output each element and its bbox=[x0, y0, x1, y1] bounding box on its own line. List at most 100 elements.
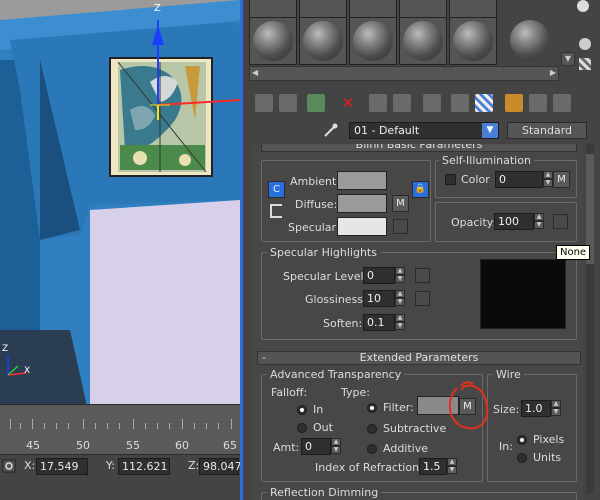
sample-slot[interactable] bbox=[349, 17, 397, 65]
sample-slot[interactable] bbox=[299, 17, 347, 65]
falloff-out-radio[interactable] bbox=[297, 423, 307, 433]
x-coord-field[interactable]: 17.549 bbox=[36, 458, 88, 475]
background-icon[interactable] bbox=[579, 58, 591, 70]
sample-slot[interactable] bbox=[349, 0, 397, 18]
reset-map-icon[interactable]: ✕ bbox=[339, 94, 357, 112]
ior-spinner[interactable]: ▲ ▼ bbox=[447, 458, 457, 475]
selection-lock-icon[interactable] bbox=[2, 459, 16, 473]
sample-slot[interactable] bbox=[249, 0, 297, 18]
ambient-swatch[interactable] bbox=[337, 171, 387, 190]
chevron-down-icon[interactable]: ▼ bbox=[482, 123, 498, 138]
put-to-library-icon[interactable] bbox=[423, 94, 441, 112]
timeline-ruler[interactable]: 45 50 55 60 65 bbox=[0, 404, 240, 454]
specular-map-button[interactable] bbox=[393, 219, 408, 234]
wire-size-spinner[interactable]: ▲ ▼ bbox=[551, 400, 561, 417]
ior-field[interactable]: 1.5 bbox=[419, 458, 447, 475]
falloff-in-label: In bbox=[313, 403, 324, 416]
status-bar: X: 17.549 Y: 112.621 Z: 98.047 bbox=[0, 454, 242, 500]
make-copy-icon[interactable] bbox=[369, 94, 387, 112]
viewport-perspective[interactable]: Z Z X bbox=[0, 0, 240, 420]
backlight-icon[interactable] bbox=[579, 38, 591, 50]
timeline-label: 50 bbox=[76, 439, 90, 452]
stained-glass-texture bbox=[109, 57, 213, 177]
falloff-label: Falloff: bbox=[271, 386, 308, 399]
falloff-in-radio[interactable] bbox=[297, 405, 307, 415]
sample-slot-selected[interactable] bbox=[507, 17, 555, 65]
lock-c-button[interactable]: C bbox=[268, 181, 285, 198]
extended-rollout-title[interactable]: - Extended Parameters bbox=[257, 351, 581, 365]
go-to-parent-icon[interactable] bbox=[529, 94, 547, 112]
wire-pixels-radio[interactable] bbox=[517, 435, 527, 445]
show-map-in-viewport-icon[interactable] bbox=[475, 94, 493, 112]
sample-slot[interactable] bbox=[449, 17, 497, 65]
glossiness-spinner[interactable]: ▲ ▼ bbox=[395, 290, 405, 307]
material-editor-window: ◀ ▶ ▼ ✕ 01 - Default ▼ Standard Blinn Ba… bbox=[240, 0, 600, 500]
eyedropper-icon[interactable] bbox=[323, 122, 339, 138]
scroll-left-icon[interactable]: ◀ bbox=[252, 68, 258, 77]
glossiness-map-button[interactable] bbox=[415, 291, 430, 306]
sample-slot[interactable] bbox=[507, 0, 555, 18]
diffuse-swatch[interactable] bbox=[337, 194, 387, 213]
sample-slot[interactable] bbox=[399, 17, 447, 65]
slots-side-controls: ▼ bbox=[559, 0, 599, 86]
lock-bracket-icon[interactable] bbox=[270, 204, 282, 218]
show-end-result-icon[interactable] bbox=[505, 94, 523, 112]
material-name-row: 01 - Default ▼ Standard bbox=[249, 120, 599, 140]
self-illum-title: Self-Illumination bbox=[439, 154, 534, 167]
scroll-right-icon[interactable]: ▶ bbox=[550, 68, 556, 77]
z-coord-field[interactable]: 98.047 bbox=[199, 458, 242, 475]
tooltip: None bbox=[556, 245, 591, 260]
sample-type-icon[interactable] bbox=[577, 0, 589, 12]
get-material-icon[interactable] bbox=[255, 94, 273, 112]
material-toolbar: ✕ bbox=[251, 92, 591, 114]
glossiness-field[interactable]: 10 bbox=[363, 290, 395, 307]
sample-slot[interactable] bbox=[299, 0, 347, 18]
amt-field[interactable]: 0 bbox=[301, 438, 331, 455]
put-to-scene-icon[interactable] bbox=[279, 94, 297, 112]
opacity-spinner[interactable]: ▲ ▼ bbox=[534, 213, 544, 230]
sample-slot[interactable] bbox=[399, 0, 447, 18]
sample-slot[interactable] bbox=[249, 17, 297, 65]
axis-label-z-top: Z bbox=[154, 3, 161, 14]
type-filter-label: Filter: bbox=[383, 401, 414, 414]
type-filter-radio[interactable] bbox=[367, 403, 377, 413]
specular-swatch[interactable] bbox=[337, 217, 387, 236]
type-subtractive-radio[interactable] bbox=[367, 424, 377, 434]
opacity-field[interactable]: 100 bbox=[494, 213, 534, 230]
type-subtractive-label: Subtractive bbox=[383, 422, 447, 435]
slots-horizontal-scrollbar[interactable]: ◀ ▶ bbox=[249, 66, 559, 81]
ior-label: Index of Refraction: bbox=[315, 461, 423, 474]
self-illum-color-label: Color bbox=[461, 173, 490, 186]
wire-units-radio[interactable] bbox=[517, 453, 527, 463]
specular-level-field[interactable]: 0 bbox=[363, 267, 395, 284]
timeline-label: 65 bbox=[223, 439, 237, 452]
self-illum-value-field[interactable]: 0 bbox=[495, 171, 543, 188]
type-additive-radio[interactable] bbox=[367, 444, 377, 454]
scroll-down-icon[interactable]: ▼ bbox=[561, 52, 575, 66]
blinn-rollout-title[interactable]: Blinn Basic Parameters bbox=[261, 144, 577, 152]
go-forward-sibling-icon[interactable] bbox=[553, 94, 571, 112]
sample-slot[interactable] bbox=[449, 0, 497, 18]
diffuse-map-button[interactable]: M bbox=[392, 195, 409, 212]
collapse-icon: - bbox=[262, 351, 266, 364]
soften-field[interactable]: 0.1 bbox=[363, 314, 395, 331]
assign-to-selection-icon[interactable] bbox=[307, 94, 325, 112]
material-id-icon[interactable] bbox=[451, 94, 469, 112]
amt-spinner[interactable]: ▲ ▼ bbox=[331, 438, 341, 455]
opacity-map-button[interactable] bbox=[553, 214, 568, 229]
make-unique-icon[interactable] bbox=[393, 94, 411, 112]
self-illum-spinner[interactable]: ▲ ▼ bbox=[543, 171, 553, 188]
material-type-button[interactable]: Standard bbox=[507, 122, 587, 139]
wire-pixels-label: Pixels bbox=[533, 433, 565, 446]
self-illum-map-button[interactable]: M bbox=[553, 171, 570, 188]
panel-scrollbar[interactable] bbox=[586, 144, 594, 494]
material-name-combo[interactable]: 01 - Default ▼ bbox=[349, 122, 499, 139]
wire-size-field[interactable]: 1.0 bbox=[521, 400, 551, 417]
y-coord-label: Y: bbox=[106, 459, 115, 472]
self-illum-color-checkbox[interactable] bbox=[445, 174, 456, 185]
specular-level-spinner[interactable]: ▲ ▼ bbox=[395, 267, 405, 284]
specular-level-map-button[interactable] bbox=[415, 268, 430, 283]
y-coord-field[interactable]: 112.621 bbox=[118, 458, 170, 475]
ambient-lock-icon[interactable]: 🔒 bbox=[412, 181, 429, 198]
soften-spinner[interactable]: ▲ ▼ bbox=[395, 314, 405, 331]
